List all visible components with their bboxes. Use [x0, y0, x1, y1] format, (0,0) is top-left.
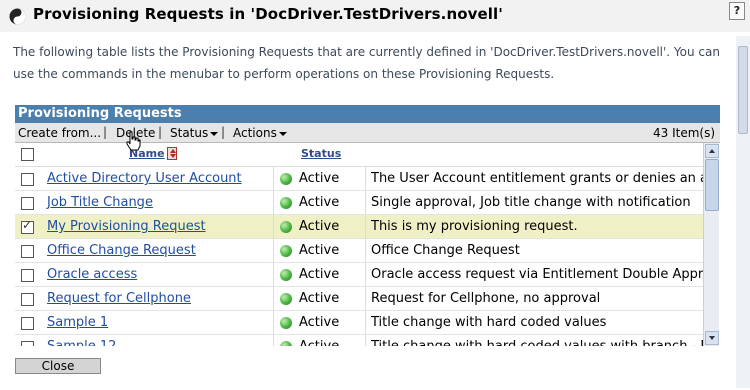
request-description: Request for Cellphone, no approval — [371, 291, 601, 306]
status-text: Active — [299, 219, 340, 234]
request-description: The User Account entitlement grants or d… — [371, 171, 703, 186]
row-checkbox[interactable] — [21, 245, 34, 258]
status-active-icon — [280, 173, 292, 185]
column-divider — [365, 215, 366, 239]
column-divider — [365, 335, 366, 346]
page-description: The following table lists the Provisioni… — [13, 45, 720, 81]
status-text: Active — [299, 267, 340, 282]
table-row[interactable]: Oracle access Active Oracle access request… — [15, 263, 703, 287]
menubar: Create from... | Delete | Status | Actio… — [15, 123, 720, 143]
column-divider — [273, 239, 274, 263]
chevron-down-icon — [278, 131, 287, 136]
row-checkbox[interactable] — [21, 173, 34, 186]
menu-separator: | — [103, 125, 108, 139]
status-menu-label: Status — [170, 126, 209, 140]
column-divider — [365, 191, 366, 215]
status-menu[interactable]: Status — [170, 126, 219, 140]
sort-icon[interactable] — [167, 147, 177, 160]
table-row[interactable]: Job Title Change Active Single approval, J… — [15, 191, 703, 215]
table-row[interactable]: Office Change Request Active Office Change… — [15, 239, 703, 263]
status-active-icon — [280, 197, 292, 209]
status-active-icon — [280, 269, 292, 281]
request-name-link[interactable]: Sample 12 — [47, 339, 116, 346]
chevron-down-icon — [210, 131, 219, 136]
column-divider — [365, 311, 366, 335]
hand-cursor-icon — [126, 131, 141, 151]
panel-title: Provisioning Requests — [15, 105, 720, 123]
row-checkbox[interactable] — [21, 218, 34, 234]
column-divider — [273, 215, 274, 239]
status-active-icon — [280, 221, 292, 233]
page-scrollbar[interactable] — [736, 36, 750, 388]
row-checkbox[interactable] — [21, 293, 34, 306]
request-description: Title change with hard coded values with… — [371, 339, 703, 346]
status-text: Active — [299, 171, 340, 186]
request-name-link[interactable]: Request for Cellphone — [47, 291, 191, 306]
status-text: Active — [299, 195, 340, 210]
status-text: Active — [299, 315, 340, 330]
row-checkbox[interactable] — [21, 341, 34, 346]
column-divider — [273, 287, 274, 311]
dialog-header: Provisioning Requests in 'DocDriver.Test… — [0, 0, 750, 32]
column-divider — [365, 287, 366, 311]
provisioning-icon — [9, 8, 26, 25]
status-active-icon — [280, 293, 292, 305]
column-divider — [365, 263, 366, 287]
request-name-link[interactable]: Sample 1 — [47, 315, 108, 330]
request-name-link[interactable]: Job Title Change — [47, 195, 153, 210]
column-divider — [365, 167, 366, 191]
item-count: 43 Item(s) — [652, 126, 715, 140]
column-divider — [273, 191, 274, 215]
request-description: This is my provisioning request. — [371, 219, 578, 234]
status-text: Active — [299, 243, 340, 258]
page-title: Provisioning Requests in 'DocDriver.Test… — [33, 5, 503, 23]
column-divider — [273, 311, 274, 335]
row-checkbox[interactable] — [21, 269, 34, 282]
request-description: Oracle access request via Entitlement Do… — [371, 267, 703, 282]
request-name-link[interactable]: Active Directory User Account — [47, 171, 242, 186]
table-row[interactable]: Active Directory User Account Active The U… — [15, 167, 703, 191]
status-active-icon — [280, 317, 292, 329]
request-name-link[interactable]: Oracle access — [47, 267, 137, 282]
status-column-header[interactable]: Status — [301, 147, 341, 160]
table-row[interactable]: Sample 12 Active Title change with hard co… — [15, 335, 703, 346]
request-description: Office Change Request — [371, 243, 520, 258]
help-button[interactable]: ? — [729, 2, 745, 20]
status-text: Active — [299, 291, 340, 306]
menu-separator: | — [158, 125, 163, 139]
requests-table: Name Status Active Directory User Accoun… — [15, 143, 703, 346]
table-row[interactable]: Request for Cellphone Active Request for C… — [15, 287, 703, 311]
table-row[interactable]: My Provisioning Request Active This is my … — [15, 215, 703, 239]
status-text: Active — [299, 339, 339, 346]
row-checkbox[interactable] — [21, 197, 34, 210]
column-divider — [273, 263, 274, 287]
page-scroll-thumb[interactable] — [738, 46, 748, 134]
column-divider — [273, 167, 274, 191]
column-divider — [365, 239, 366, 263]
create-from-menu[interactable]: Create from... — [18, 126, 101, 140]
request-description: Title change with hard coded values — [371, 315, 607, 330]
select-all-checkbox[interactable] — [21, 148, 34, 161]
request-name-link[interactable]: Office Change Request — [47, 243, 196, 258]
scroll-up-icon[interactable] — [705, 144, 719, 158]
column-divider — [273, 335, 274, 346]
table-row[interactable]: Sample 1 Active Title change with hard cod… — [15, 311, 703, 335]
status-active-icon — [280, 341, 292, 346]
scroll-down-icon[interactable] — [705, 331, 719, 345]
request-description: Single approval, Job title change with n… — [371, 195, 691, 210]
scroll-thumb[interactable] — [705, 159, 719, 211]
request-name-link[interactable]: My Provisioning Request — [47, 219, 206, 234]
table-scrollbar[interactable] — [703, 143, 719, 346]
menu-separator: | — [221, 125, 226, 139]
actions-menu-label: Actions — [233, 126, 277, 140]
actions-menu[interactable]: Actions — [233, 126, 287, 140]
status-active-icon — [280, 245, 292, 257]
row-checkbox[interactable] — [21, 317, 34, 330]
table-header: Name Status — [15, 143, 703, 167]
close-button[interactable]: Close — [15, 358, 101, 374]
